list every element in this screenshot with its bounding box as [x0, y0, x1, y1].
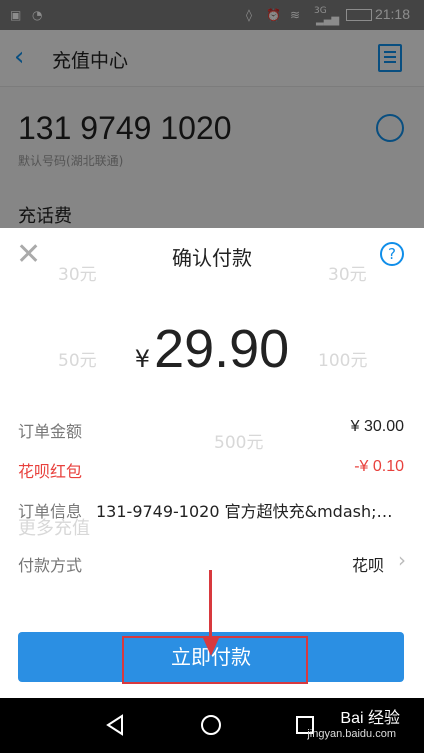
home-nav-icon[interactable] — [200, 714, 222, 736]
watermark-url: jingyan.baidu.com — [307, 728, 396, 740]
order-amount-value: ¥ 30.00 — [350, 418, 404, 435]
help-icon[interactable]: ? — [380, 242, 404, 266]
payment-method-label[interactable]: 付款方式 — [18, 552, 82, 576]
huabei-label: 花呗红包 — [18, 462, 83, 481]
currency-symbol: ¥ — [134, 345, 151, 373]
nav-bar: Bai 经验 jingyan.baidu.com — [0, 698, 424, 753]
payment-method-value[interactable]: 花呗 — [352, 552, 384, 576]
annotation-arrow — [209, 570, 212, 644]
faded-option: 500元 — [214, 433, 264, 453]
back-nav-icon[interactable] — [104, 714, 126, 736]
order-info-value: 131-9749-1020 官方超快充&mdash;湖... — [96, 502, 406, 521]
sheet-title: 确认付款 — [172, 246, 252, 270]
huabei-value: -¥ 0.10 — [354, 458, 404, 475]
order-info-label: 订单信息 — [18, 502, 83, 521]
payment-amount: ¥29.90 — [0, 318, 424, 380]
order-amount-label: 订单金额 — [18, 422, 83, 441]
amount-value: 29.90 — [154, 319, 290, 379]
chevron-right-icon[interactable]: › — [398, 548, 406, 572]
annotation-arrowhead — [203, 638, 219, 656]
confirm-payment-sheet: 30元 50元 100元 30元 500元 更多充值 ✕ 确认付款 ? ¥29.… — [0, 228, 424, 698]
watermark-logo: Bai 经验 — [340, 710, 400, 727]
